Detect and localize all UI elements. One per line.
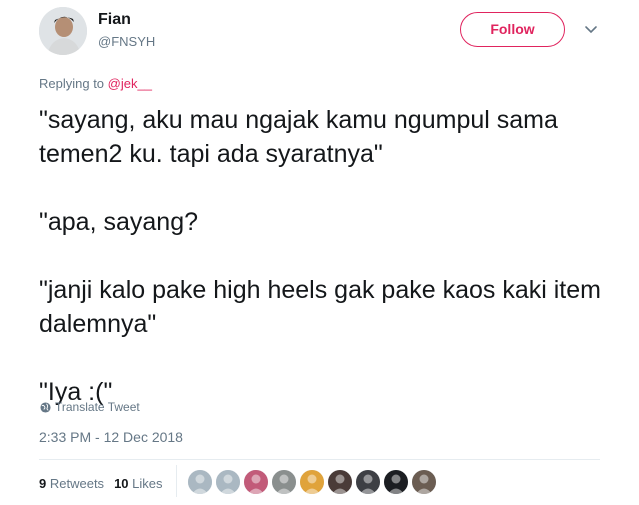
user-handle[interactable]: @FNSYH [98, 34, 155, 49]
translate-label[interactable]: Translate Tweet [55, 400, 140, 414]
retweets-stat[interactable]: 9 Retweets [39, 476, 104, 491]
replying-prefix: Replying to [39, 76, 108, 91]
liker-avatar[interactable] [272, 470, 296, 494]
likes-label: Likes [132, 476, 163, 491]
translate-tweet-link[interactable]: Translate Tweet [40, 400, 140, 414]
divider [39, 459, 600, 460]
likes-count: 10 [114, 476, 129, 491]
globe-icon [40, 401, 51, 413]
retweets-label: Retweets [49, 476, 105, 491]
user-name[interactable]: Fian [98, 11, 131, 29]
replying-to: Replying to @jek__ [39, 76, 152, 91]
liker-avatar[interactable] [188, 470, 212, 494]
tweet-text: "sayang, aku mau ngajak kamu ngumpul sam… [39, 106, 601, 406]
liker-avatar[interactable] [328, 470, 352, 494]
liker-avatar[interactable] [384, 470, 408, 494]
liker-avatar[interactable] [244, 470, 268, 494]
liker-avatar[interactable] [300, 470, 324, 494]
likes-stat[interactable]: 10 Likes [114, 476, 162, 491]
profile-avatar[interactable] [39, 7, 87, 55]
liker-avatars [188, 470, 436, 494]
liker-avatar[interactable] [216, 470, 240, 494]
retweets-count: 9 [39, 476, 47, 491]
liker-avatar[interactable] [412, 470, 436, 494]
tweet-stats: 9 Retweets 10 Likes [39, 476, 163, 491]
follow-button[interactable]: Follow [460, 12, 565, 47]
divider [176, 465, 177, 497]
chevron-down-icon[interactable] [584, 25, 598, 35]
liker-avatar[interactable] [356, 470, 380, 494]
tweet-timestamp[interactable]: 2:33 PM - 12 Dec 2018 [39, 429, 183, 445]
reply-mention-link[interactable]: @jek__ [108, 76, 152, 91]
